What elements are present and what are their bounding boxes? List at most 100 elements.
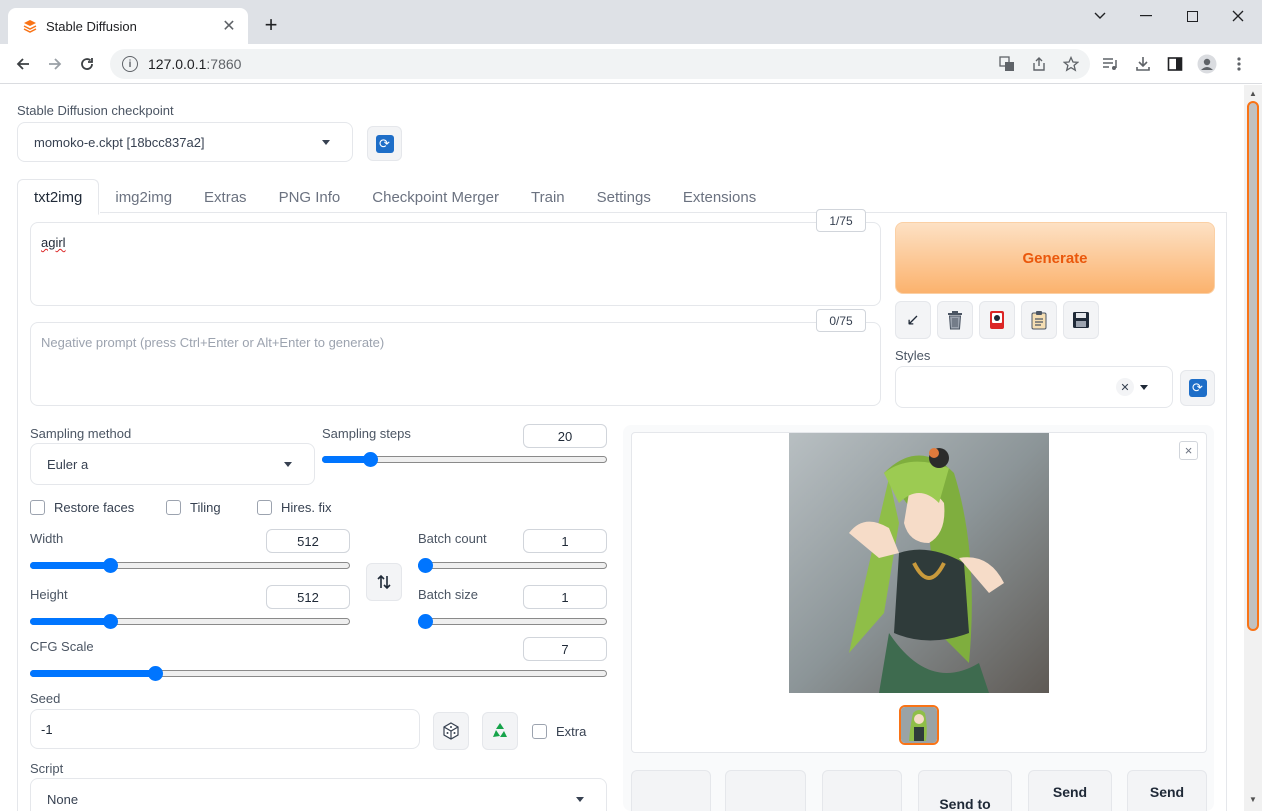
scrollbar-thumb[interactable] — [1247, 101, 1259, 631]
scroll-down-icon[interactable]: ▼ — [1248, 795, 1258, 805]
swap-dimensions-button[interactable] — [366, 563, 402, 601]
sampling-method-dropdown[interactable]: Euler a — [30, 443, 315, 485]
maximize-icon[interactable] — [1169, 4, 1215, 28]
cfg-scale-input[interactable]: 7 — [523, 637, 607, 661]
minimize-icon[interactable] — [1123, 4, 1169, 28]
restore-faces-label: Restore faces — [54, 500, 135, 515]
tab-img2img[interactable]: img2img — [99, 179, 188, 215]
tiling-label: Tiling — [190, 500, 221, 515]
sampling-steps-slider[interactable] — [322, 451, 607, 467]
side-panel-icon[interactable] — [1165, 54, 1185, 74]
chevron-down-icon — [322, 140, 330, 145]
height-input[interactable]: 512 — [266, 585, 350, 609]
height-slider[interactable] — [30, 613, 350, 629]
save-button[interactable] — [725, 770, 806, 811]
trash-button[interactable] — [937, 301, 973, 339]
generate-button[interactable]: Generate — [895, 222, 1215, 294]
batch-count-input[interactable]: 1 — [523, 529, 607, 553]
tab-checkpoint-merger[interactable]: Checkpoint Merger — [356, 179, 515, 215]
sampling-method-value: Euler a — [47, 456, 89, 472]
address-bar[interactable]: i 127.0.0.1 :7860 — [110, 49, 1090, 79]
script-dropdown[interactable]: None — [30, 778, 607, 811]
back-arrow-icon[interactable] — [11, 52, 35, 76]
reuse-seed-button[interactable] — [482, 712, 518, 750]
height-label: Height — [30, 587, 68, 602]
read-params-button[interactable]: ↙ — [895, 301, 931, 339]
tab-extensions[interactable]: Extensions — [667, 179, 772, 215]
tab-extras[interactable]: Extras — [188, 179, 263, 215]
sampling-steps-label: Sampling steps — [322, 426, 411, 441]
page-scrollbar[interactable]: ▲ ▼ — [1244, 85, 1262, 811]
generated-image[interactable] — [789, 433, 1049, 693]
batch-count-slider[interactable] — [418, 557, 607, 573]
close-gallery-icon[interactable]: × — [1179, 441, 1198, 460]
save-style-button[interactable] — [1063, 301, 1099, 339]
download-icon[interactable] — [1133, 54, 1153, 74]
checkbox-box[interactable] — [257, 500, 272, 515]
send-to-inpaint-button[interactable]: Send — [1028, 770, 1112, 811]
webui-page: Stable Diffusion checkpoint momoko-e.ckp… — [0, 85, 1244, 811]
styles-dropdown[interactable]: ✕ — [895, 366, 1173, 408]
translate-icon[interactable] — [997, 54, 1017, 74]
browser-tab[interactable]: Stable Diffusion ✕ — [8, 8, 248, 44]
paste-style-button[interactable] — [1021, 301, 1057, 339]
close-tab-icon[interactable]: ✕ — [220, 17, 238, 35]
negative-prompt-textarea[interactable]: Negative prompt (press Ctrl+Enter or Alt… — [30, 322, 881, 406]
new-tab-button[interactable]: + — [258, 13, 284, 39]
red-card-icon — [990, 311, 1004, 329]
zip-button[interactable] — [822, 770, 902, 811]
tab-png-info[interactable]: PNG Info — [263, 179, 357, 215]
cfg-scale-label: CFG Scale — [30, 639, 94, 654]
extra-seed-checkbox[interactable]: Extra — [532, 724, 586, 739]
checkpoint-dropdown[interactable]: momoko-e.ckpt [18bcc837a2] — [17, 122, 353, 162]
arrow-down-left-icon: ↙ — [906, 312, 920, 329]
checkbox-box[interactable] — [166, 500, 181, 515]
checkbox-box[interactable] — [532, 724, 547, 739]
clear-styles-icon[interactable]: ✕ — [1116, 378, 1134, 396]
open-folder-button[interactable] — [631, 770, 711, 811]
browser-menu-icon[interactable] — [1229, 54, 1249, 74]
batch-size-slider[interactable] — [418, 613, 607, 629]
scroll-up-icon[interactable]: ▲ — [1248, 89, 1258, 99]
random-seed-button[interactable] — [433, 712, 469, 750]
sampling-steps-input[interactable]: 20 — [523, 424, 607, 448]
window-close-icon[interactable] — [1215, 4, 1261, 28]
restore-faces-checkbox[interactable]: Restore faces — [30, 500, 134, 515]
tiling-checkbox[interactable]: Tiling — [166, 500, 221, 515]
slider-handle[interactable] — [103, 558, 119, 573]
hires-fix-checkbox[interactable]: Hires. fix — [257, 500, 332, 515]
media-control-icon[interactable] — [1100, 54, 1120, 74]
refresh-checkpoint-button[interactable]: ⟳ — [367, 126, 402, 161]
batch-size-input[interactable]: 1 — [523, 585, 607, 609]
checkbox-box[interactable] — [30, 500, 45, 515]
slider-handle[interactable] — [103, 614, 119, 629]
cfg-scale-slider[interactable] — [30, 665, 607, 681]
bookmark-star-icon[interactable] — [1061, 54, 1081, 74]
forward-arrow-icon[interactable] — [43, 52, 67, 76]
width-input[interactable]: 512 — [266, 529, 350, 553]
send-to-extras-button[interactable]: Send — [1127, 770, 1207, 811]
slider-handle[interactable] — [418, 614, 433, 629]
reload-icon[interactable] — [75, 52, 99, 76]
gallery-thumbnail[interactable] — [899, 705, 939, 745]
site-info-icon[interactable]: i — [122, 56, 138, 72]
share-icon[interactable] — [1029, 54, 1049, 74]
extra-networks-button[interactable] — [979, 301, 1015, 339]
tab-search-chevron-icon[interactable] — [1077, 4, 1123, 28]
width-label: Width — [30, 531, 64, 546]
prompt-token-counter: 1/75 — [816, 209, 866, 232]
width-slider[interactable] — [30, 557, 350, 573]
url-port: :7860 — [206, 56, 242, 72]
slider-handle[interactable] — [148, 666, 164, 681]
slider-handle[interactable] — [362, 452, 378, 467]
refresh-styles-button[interactable]: ⟳ — [1180, 370, 1215, 406]
slider-handle[interactable] — [418, 558, 433, 573]
browser-tab-bar: Stable Diffusion ✕ + — [0, 0, 1262, 44]
tab-settings[interactable]: Settings — [581, 179, 667, 215]
profile-avatar-icon[interactable] — [1197, 54, 1217, 74]
seed-input[interactable]: -1 — [30, 709, 420, 749]
send-to-img2img-button[interactable]: Send to — [918, 770, 1012, 811]
prompt-textarea[interactable]: agirl — [30, 222, 881, 306]
tab-train[interactable]: Train — [515, 179, 581, 215]
tab-txt2img[interactable]: txt2img — [17, 179, 100, 215]
